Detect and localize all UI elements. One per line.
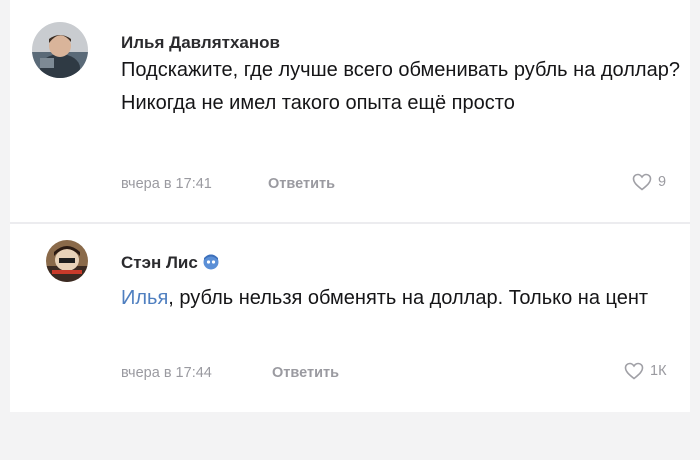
user-photo-avatar-icon: [32, 22, 88, 78]
heart-icon: [624, 362, 644, 380]
author-name[interactable]: Стэн Лис: [121, 253, 198, 272]
like-count: 9: [658, 174, 667, 190]
mention-link[interactable]: Илья: [121, 287, 168, 309]
reply-button[interactable]: Ответить: [268, 176, 335, 192]
comment-text-body: , рубль нельзя обменять на доллар. Тольк…: [168, 287, 649, 309]
like-count: 1К: [650, 363, 667, 379]
comment-text: Илья, рубль нельзя обменять на доллар. Т…: [121, 282, 661, 315]
comments-panel: Илья Давлятханов Подскажите, где лучше в…: [10, 0, 690, 412]
divider: [10, 222, 690, 224]
avatar[interactable]: [46, 240, 88, 282]
comment-timestamp: вчера в 17:41: [121, 176, 212, 192]
like-button[interactable]: 1К: [624, 362, 667, 380]
comment-author[interactable]: Илья Давлятханов: [121, 33, 280, 53]
avatar[interactable]: [32, 22, 88, 78]
user-photo-avatar-icon: [46, 240, 88, 282]
comment-text: Подскажите, где лучше всего обменивать р…: [121, 54, 681, 120]
reply-button[interactable]: Ответить: [272, 365, 339, 381]
heart-icon: [632, 173, 652, 191]
like-button[interactable]: 9: [632, 173, 666, 191]
comment-timestamp: вчера в 17:44: [121, 365, 212, 381]
comment-text-body: Подскажите, где лучше всего обменивать р…: [121, 59, 680, 114]
comment-author: Стэн Лис: [121, 252, 220, 273]
donut-badge-icon[interactable]: [202, 252, 220, 270]
